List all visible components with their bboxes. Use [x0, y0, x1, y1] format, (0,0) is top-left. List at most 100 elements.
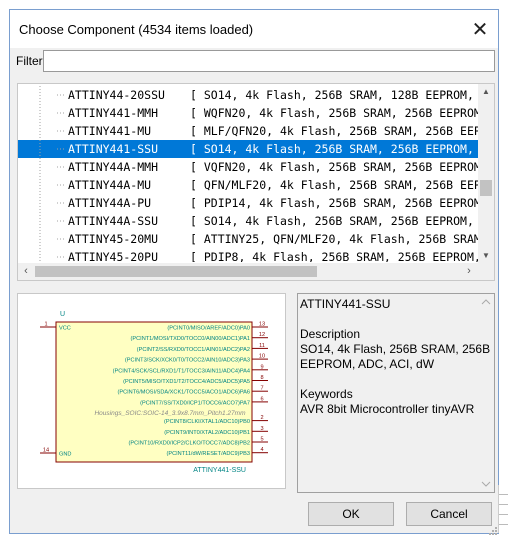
- list-item-name: ATTINY441-MMH: [68, 106, 159, 120]
- pin-name: (PCINT1/MOSI/TXD0/TOCC0/AIN00/ADC1)PA1: [131, 336, 250, 342]
- horizontal-scrollbar[interactable]: ‹ ›: [18, 263, 494, 280]
- pin-number: 13: [259, 322, 265, 328]
- pin-name: (PCINT7/SS/TXD0/ICP1/TOCC6/ACO7)PA7: [140, 400, 250, 406]
- list-item-description: [ PDIP14, 4k Flash, 256B SRAM, 256B EEPR…: [190, 196, 484, 210]
- pin-name: (PCINT11/dW/RESET/ADC9)PB3: [166, 451, 250, 457]
- list-item[interactable]: ATTINY45-20MU [ ATTINY25, QFN/MLF20, 4k F…: [18, 230, 484, 248]
- tree-line-icon: [18, 122, 66, 140]
- title-bar: Choose Component (4534 items loaded) ✕: [10, 10, 498, 48]
- info-scroll-up-icon: [481, 299, 491, 305]
- scroll-down-icon[interactable]: ▼: [478, 248, 494, 264]
- list-item-name: ATTINY441-MU: [68, 124, 152, 138]
- info-scrollbar[interactable]: [478, 294, 494, 492]
- background-window-edge: [498, 485, 508, 533]
- info-component-name: ATTINY441-SSU: [300, 297, 391, 311]
- pin-name: GND: [59, 452, 71, 458]
- pin-name: (PCINT9/INT0/XTAL2/ADC10)PB1: [164, 430, 250, 436]
- list-item-description: [ WQFN20, 4k Flash, 256B SRAM, 256B EEPR…: [190, 106, 484, 120]
- info-keywords: AVR 8bit Microcontroller tinyAVR: [300, 402, 475, 416]
- tree-line-icon: [18, 194, 66, 212]
- list-item[interactable]: ATTINY44A-MMH [ VQFN20, 4k Flash, 256B SR…: [18, 158, 484, 176]
- pin-name: (PCINT4/SCK/SCL/RXD1/T1/TOCC3/AIN11/ADC4…: [113, 368, 250, 374]
- list-item-name: ATTINY45-20MU: [68, 232, 159, 246]
- list-item-description: [ SO14, 4k Flash, 256B SRAM, 256B EEPROM…: [190, 142, 484, 156]
- tree-line-icon: [18, 140, 66, 158]
- list-item-description: [ ATTINY25, QFN/MLF20, 4k Flash, 256B SR…: [190, 232, 484, 246]
- list-item[interactable]: ATTINY44-20SSU [ SO14, 4k Flash, 256B SRA…: [18, 86, 484, 104]
- scroll-up-icon[interactable]: ▲: [478, 84, 494, 100]
- list-item[interactable]: ATTINY441-SSU [ SO14, 4k Flash, 256B SRAM…: [18, 140, 484, 158]
- choose-component-dialog: Choose Component (4534 items loaded) ✕ F…: [9, 9, 499, 535]
- list-item-name: ATTINY44A-MU: [68, 178, 152, 192]
- component-tree[interactable]: ATTINY44-20SSU [ SO14, 4k Flash, 256B SRA…: [17, 83, 495, 281]
- list-item-description: [ SO14, 4k Flash, 256B SRAM, 256B EEPROM…: [190, 214, 484, 228]
- list-item-description: [ MLF/QFN20, 4k Flash, 256B SRAM, 256B E…: [190, 124, 484, 138]
- list-item[interactable]: ATTINY45-20PU [ PDIP8, 4k Flash, 256B SRA…: [18, 248, 484, 262]
- scroll-left-icon[interactable]: ‹: [18, 263, 34, 280]
- list-item-name: ATTINY44A-SSU: [68, 214, 159, 228]
- info-description-title: Description: [300, 327, 361, 341]
- cancel-button[interactable]: Cancel: [406, 502, 492, 526]
- symbol-value: ATTINY441-SSU: [193, 467, 246, 474]
- list-item-description: [ VQFN20, 4k Flash, 256B SRAM, 256B EEPR…: [190, 160, 484, 174]
- list-item[interactable]: ATTINY441-MMH [ WQFN20, 4k Flash, 256B SR…: [18, 104, 484, 122]
- info-scroll-down-icon: [481, 481, 491, 487]
- pin-number: 2: [260, 415, 263, 421]
- pin-number: 11: [259, 343, 265, 349]
- window-title: Choose Component (4534 items loaded): [19, 22, 254, 37]
- pin-number: 10: [259, 354, 265, 360]
- list-item[interactable]: ATTINY44A-MU [ QFN/MLF20, 4k Flash, 256B …: [18, 176, 484, 194]
- list-item[interactable]: ATTINY44A-SSU [ SO14, 4k Flash, 256B SRAM…: [18, 212, 484, 230]
- pin-number: 9: [260, 364, 263, 370]
- list-item-description: [ SO14, 4k Flash, 256B SRAM, 128B EEPROM…: [190, 88, 484, 102]
- pin-number: 12: [259, 332, 265, 338]
- list-item-description: [ PDIP8, 4k Flash, 256B SRAM, 256B EEPRO…: [190, 250, 484, 262]
- info-description-line: SO14, 4k Flash, 256B SRAM, 256B: [300, 342, 491, 356]
- pin-name: (PCINT6/MOSI/SDA/XCK1/TOCC5/ACO1/ADC6)PA…: [117, 390, 250, 396]
- tree-line-icon: [18, 104, 66, 122]
- vertical-scroll-thumb[interactable]: [480, 180, 492, 196]
- pin-number: 14: [43, 448, 49, 454]
- horizontal-scroll-thumb[interactable]: [35, 266, 317, 277]
- ok-button[interactable]: OK: [308, 502, 394, 526]
- close-icon[interactable]: ✕: [462, 10, 498, 48]
- pin-number: 5: [260, 437, 263, 443]
- list-item-description: [ QFN/MLF20, 4k Flash, 256B SRAM, 256B E…: [190, 178, 484, 192]
- tree-line-icon: [18, 248, 66, 262]
- pin-name: (PCINT0/MISO/AREF/ADC0)PA0: [167, 326, 250, 332]
- info-keywords-title: Keywords: [300, 387, 353, 401]
- filter-input[interactable]: [43, 50, 495, 72]
- pin-name: (PCINT2/SS/RXD0/TOCC1/AIN01/ADC2)PA2: [137, 347, 250, 353]
- symbol-preview: U ATTINY441-SSU Housings_SOIC:SOIC-14_3.…: [17, 293, 286, 489]
- scroll-right-icon[interactable]: ›: [461, 263, 477, 280]
- list-item[interactable]: ATTINY44A-PU [ PDIP14, 4k Flash, 256B SRA…: [18, 194, 484, 212]
- tree-line-icon: [18, 230, 66, 248]
- tree-line-icon: [18, 158, 66, 176]
- pin-number: 3: [260, 426, 263, 432]
- info-description-line: EEPROM, ADC, ACI, dW: [300, 357, 435, 371]
- pin-number: 1: [44, 322, 47, 328]
- component-list: ATTINY44-20SSU [ SO14, 4k Flash, 256B SRA…: [18, 86, 484, 262]
- pin-number: 6: [260, 396, 263, 402]
- resize-grip-icon[interactable]: [488, 523, 498, 535]
- symbol-reference: U: [60, 311, 65, 318]
- pin-number: 4: [260, 447, 263, 453]
- pin-number: 7: [260, 386, 263, 392]
- pin-name: (PCINT10/RXD0/ICP2/CLKO/TOCC7/ADC8)PB2: [129, 441, 250, 447]
- pin-name: VCC: [59, 326, 71, 332]
- component-info-panel: ATTINY441-SSU Description SO14, 4k Flash…: [297, 293, 495, 493]
- symbol-footprint: Housings_SOIC:SOIC-14_3.9x8.7mm_Pitch1.2…: [94, 410, 246, 417]
- pin-name: (PCINT5/MISO/TXD1/T2/TOCC4/ADC5/ADC5)PA5: [123, 379, 250, 385]
- list-item-name: ATTINY45-20PU: [68, 250, 159, 262]
- filter-label: Filter:: [16, 54, 46, 68]
- tree-line-icon: [18, 86, 66, 104]
- pin-name: (PCINT3/SCK/XCK0/T0/TOCC2/AIN10/ADC3)PA3: [125, 358, 250, 364]
- list-item-name: ATTINY44A-MMH: [68, 160, 159, 174]
- list-item-name: ATTINY441-SSU: [68, 142, 159, 156]
- list-item-name: ATTINY44A-PU: [68, 196, 152, 210]
- pin-number: 8: [260, 375, 263, 381]
- tree-line-icon: [18, 176, 66, 194]
- vertical-scrollbar[interactable]: ▲ ▼: [478, 84, 494, 264]
- list-item[interactable]: ATTINY441-MU [ MLF/QFN20, 4k Flash, 256B …: [18, 122, 484, 140]
- pin-name: (PCINT8/CLKI/XTAL1/ADC10)PB0: [164, 419, 250, 425]
